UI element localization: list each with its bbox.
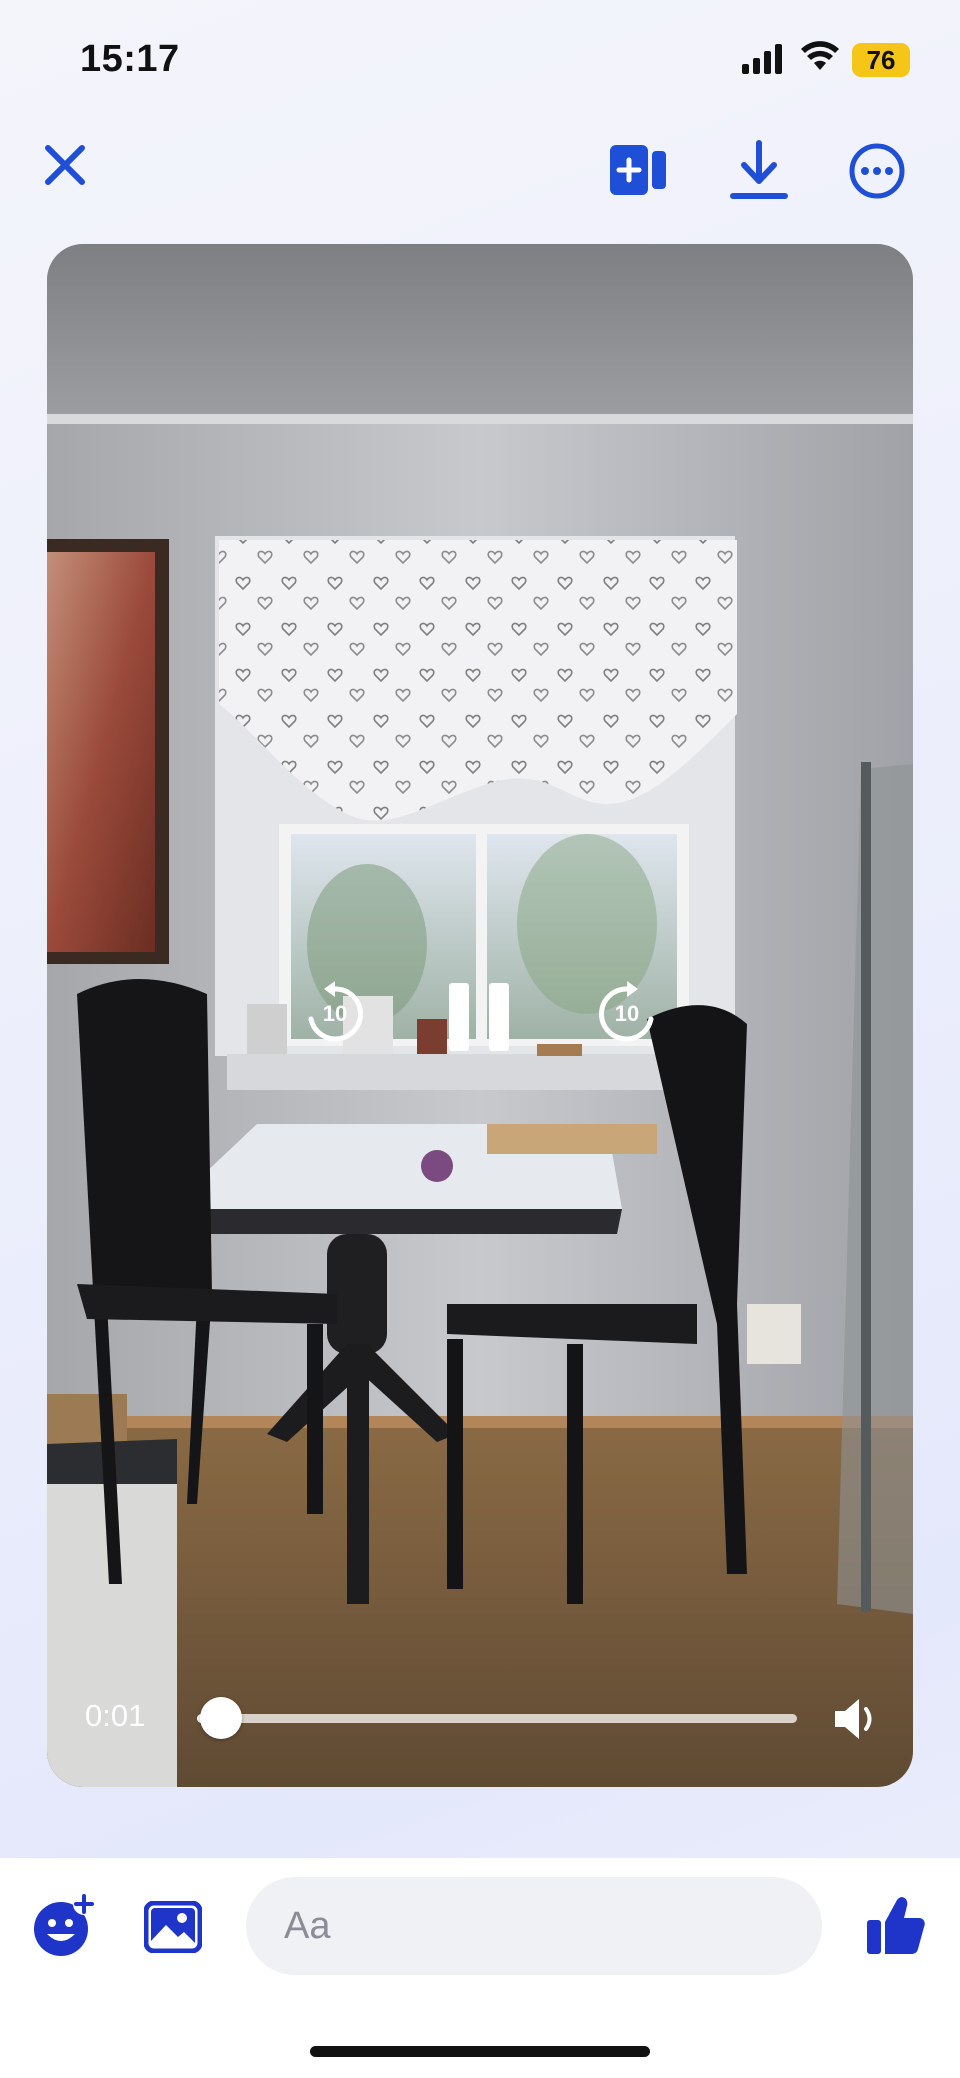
volume-button[interactable] bbox=[829, 1692, 885, 1746]
progress-thumb[interactable] bbox=[200, 1697, 242, 1739]
close-icon bbox=[45, 145, 85, 185]
like-button[interactable] bbox=[860, 1888, 930, 1962]
video-player[interactable]: 10 10 0:01 bbox=[47, 244, 913, 1787]
progress-bar[interactable] bbox=[197, 1714, 797, 1723]
thumbs-up-icon bbox=[867, 1897, 925, 1954]
skip-forward-label: 10 bbox=[614, 1001, 640, 1026]
skip-forward-button[interactable]: 10 bbox=[592, 979, 662, 1049]
download-icon bbox=[730, 140, 788, 199]
skip-back-label: 10 bbox=[322, 1001, 348, 1026]
more-options-button[interactable] bbox=[842, 136, 912, 206]
status-bar: 15:17 76 bbox=[0, 0, 960, 120]
more-options-icon bbox=[849, 143, 905, 199]
wifi-icon bbox=[800, 40, 840, 79]
add-to-story-button[interactable] bbox=[604, 138, 674, 202]
emoji-add-icon bbox=[34, 1893, 95, 1956]
add-reaction-button[interactable] bbox=[30, 1890, 100, 1960]
close-button[interactable] bbox=[30, 130, 100, 200]
download-button[interactable] bbox=[724, 136, 794, 204]
battery-indicator: 76 bbox=[852, 43, 910, 77]
skip-back-button[interactable]: 10 bbox=[300, 979, 370, 1049]
image-icon bbox=[144, 1901, 202, 1953]
speaker-icon bbox=[835, 1699, 872, 1739]
home-indicator bbox=[310, 2046, 650, 2057]
pause-button[interactable] bbox=[443, 979, 515, 1055]
add-to-story-icon bbox=[610, 145, 666, 195]
gallery-button[interactable] bbox=[140, 1896, 206, 1958]
message-input[interactable] bbox=[246, 1877, 822, 1975]
cellular-signal-icon bbox=[742, 44, 784, 79]
status-time: 15:17 bbox=[80, 38, 180, 80]
pause-icon bbox=[449, 983, 509, 1051]
